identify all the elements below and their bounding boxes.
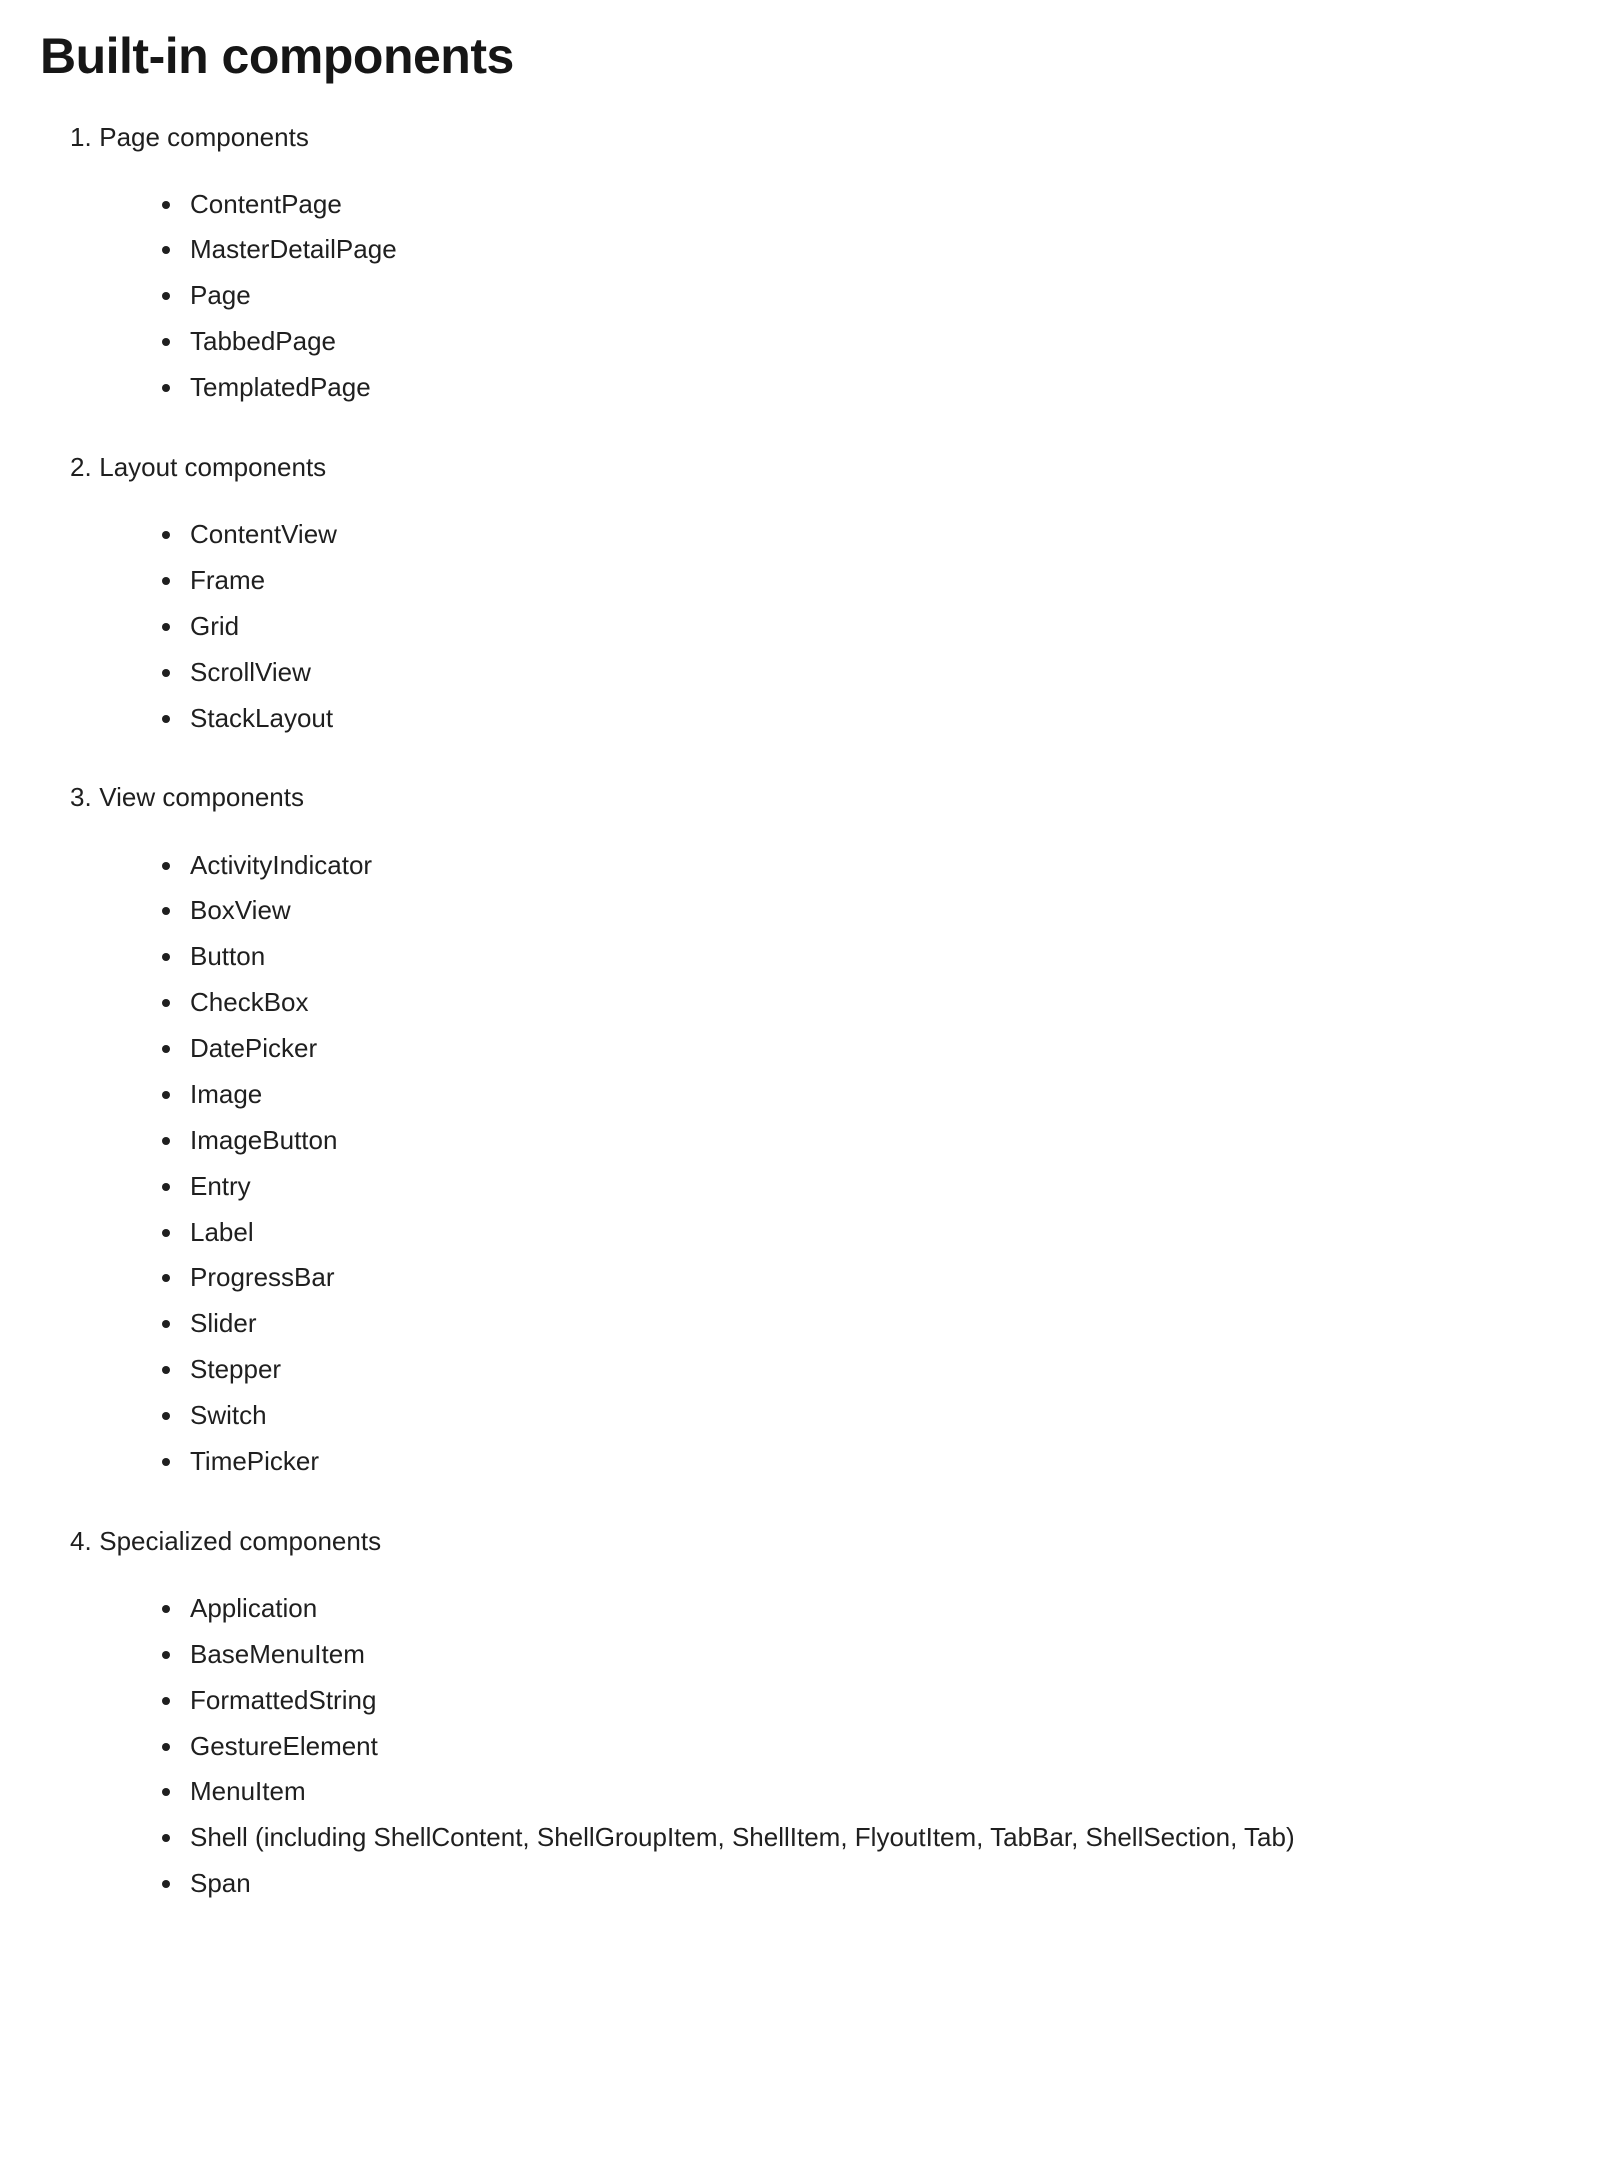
list-item: ContentView — [158, 517, 1564, 553]
list-item: Page — [158, 278, 1564, 314]
component-bullet-list: ContentPage MasterDetailPage Page TabbedPag… — [40, 187, 1564, 406]
list-item: Span — [158, 1866, 1564, 1902]
component-bullet-list: ActivityIndicator BoxView Button CheckBox Da… — [40, 848, 1564, 1480]
list-item: TemplatedPage — [158, 370, 1564, 406]
list-item: Stepper — [158, 1352, 1564, 1388]
list-item: FormattedString — [158, 1683, 1564, 1719]
section-heading-label: Layout components — [99, 451, 327, 482]
list-item: Button — [158, 939, 1564, 975]
component-section: 4. Specialized components Application Base… — [40, 1524, 1564, 1902]
list-item: TimePicker — [158, 1444, 1564, 1480]
page-title: Built-in components — [40, 28, 514, 84]
component-bullet-list: Application BaseMenuItem FormattedString Ge… — [40, 1591, 1564, 1902]
list-item: ContentPage — [158, 187, 1564, 223]
section-heading: 3. View components — [70, 780, 1564, 815]
list-item: Slider — [158, 1306, 1564, 1342]
section-heading: 2. Layout components — [70, 450, 1564, 485]
list-item: ImageButton — [158, 1123, 1564, 1159]
section-heading-label: Specialized components — [99, 1525, 382, 1556]
list-item: DatePicker — [158, 1031, 1564, 1067]
list-item: Image — [158, 1077, 1564, 1113]
component-bullet-list: ContentView Frame Grid ScrollView StackLayou… — [40, 517, 1564, 736]
section-heading-label: View components — [99, 782, 304, 813]
list-item: Entry — [158, 1169, 1564, 1205]
list-item: BaseMenuItem — [158, 1637, 1564, 1673]
section-number: 1. — [70, 121, 92, 152]
list-item: ScrollView — [158, 655, 1564, 691]
list-item: CheckBox — [158, 985, 1564, 1021]
component-section: 1. Page components ContentPage MasterDetai… — [40, 120, 1564, 406]
section-heading-label: Page components — [99, 121, 309, 152]
list-item: MasterDetailPage — [158, 232, 1564, 268]
section-number: 4. — [70, 1525, 92, 1556]
section-heading: 4. Specialized components — [70, 1524, 1564, 1559]
document-page: Built-in components 1. Page components Co… — [0, 0, 1604, 1902]
section-heading: 1. Page components — [70, 120, 1564, 155]
list-item: ActivityIndicator — [158, 848, 1564, 884]
list-item: Label — [158, 1215, 1564, 1251]
list-item: Application — [158, 1591, 1564, 1627]
list-item: MenuItem — [158, 1774, 1564, 1810]
list-item: TabbedPage — [158, 324, 1564, 360]
component-section: 2. Layout components ContentView Frame Grid… — [40, 450, 1564, 736]
list-item: ProgressBar — [158, 1260, 1564, 1296]
list-item: Frame — [158, 563, 1564, 599]
component-section: 3. View components ActivityIndicator BoxVi… — [40, 780, 1564, 1479]
component-sections-list: 1. Page components ContentPage MasterDetai… — [40, 120, 1564, 1903]
section-number: 3. — [70, 782, 92, 813]
list-item: GestureElement — [158, 1729, 1564, 1765]
list-item: Shell (including ShellContent, ShellGrou… — [158, 1820, 1564, 1856]
section-number: 2. — [70, 451, 92, 482]
list-item: Grid — [158, 609, 1564, 645]
list-item: Switch — [158, 1398, 1564, 1434]
list-item: StackLayout — [158, 701, 1564, 737]
list-item: BoxView — [158, 893, 1564, 929]
